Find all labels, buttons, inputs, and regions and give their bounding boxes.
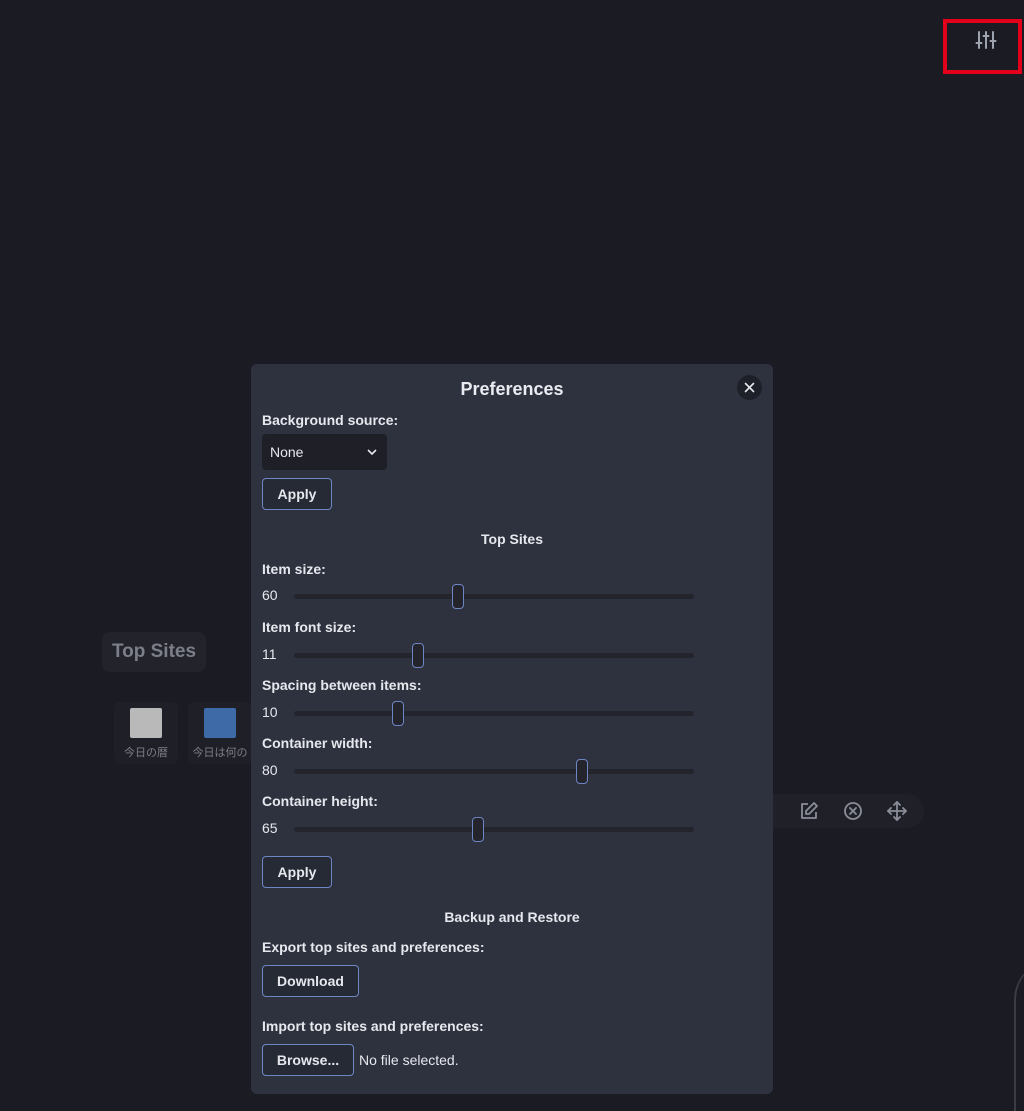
item-font-size-slider[interactable]: [294, 643, 694, 668]
export-label: Export top sites and preferences:: [262, 939, 485, 955]
settings-button[interactable]: [968, 24, 1004, 56]
container-height-slider-row: 65: [262, 817, 694, 842]
slider-thumb[interactable]: [392, 701, 404, 726]
container-width-slider-row: 80: [262, 759, 694, 784]
close-icon: [744, 382, 755, 393]
apply-top-sites-button[interactable]: Apply: [262, 856, 332, 888]
remove-circle-icon[interactable]: [840, 798, 866, 824]
top-sites-widget-title: Top Sites: [102, 632, 206, 672]
edit-icon[interactable]: [796, 798, 822, 824]
background-source-label: Background source:: [262, 412, 399, 428]
spacing-slider-row: 10: [262, 701, 694, 726]
preferences-dialog: Preferences Background source: None Appl…: [251, 364, 773, 1094]
slider-thumb[interactable]: [452, 584, 464, 609]
item-size-label: Item size:: [262, 561, 326, 577]
file-status-text: No file selected.: [359, 1052, 459, 1068]
container-height-label: Container height:: [262, 793, 378, 809]
select-value: None: [270, 444, 304, 460]
container-width-slider[interactable]: [294, 759, 694, 784]
item-size-slider-row: 60: [262, 584, 694, 609]
item-font-size-value: 11: [262, 646, 277, 662]
container-width-value: 80: [262, 762, 278, 778]
site-thumbnail: [204, 708, 236, 738]
item-size-slider[interactable]: [294, 584, 694, 609]
sliders-icon: [975, 31, 997, 49]
container-height-value: 65: [262, 820, 278, 836]
move-icon[interactable]: [884, 798, 910, 824]
spacing-label: Spacing between items:: [262, 677, 422, 693]
import-label: Import top sites and preferences:: [262, 1018, 484, 1034]
slider-thumb[interactable]: [576, 759, 588, 784]
item-font-size-label: Item font size:: [262, 619, 357, 635]
widget-toolbar: [752, 794, 924, 828]
site-label: 今日は何の: [192, 747, 248, 759]
item-font-size-slider-row: 11: [262, 643, 694, 668]
dialog-title: Preferences: [460, 379, 564, 399]
close-button[interactable]: [737, 375, 762, 400]
top-site-tile[interactable]: 今日は何の: [188, 702, 252, 764]
spacing-value: 10: [262, 704, 278, 720]
top-site-tile[interactable]: 今日の暦: [114, 702, 178, 764]
container-height-slider[interactable]: [294, 817, 694, 842]
download-button[interactable]: Download: [262, 965, 359, 997]
site-label: 今日の暦: [124, 747, 168, 759]
new-tab-page: Top Sites 今日の暦 今日は何の Preferences Backgro…: [0, 0, 1024, 1111]
slider-thumb[interactable]: [472, 817, 484, 842]
apply-background-button[interactable]: Apply: [262, 478, 332, 510]
spacing-slider[interactable]: [294, 701, 694, 726]
slider-thumb[interactable]: [412, 643, 424, 668]
container-width-label: Container width:: [262, 735, 373, 751]
decorative-curve: [1014, 960, 1024, 1111]
browse-button[interactable]: Browse...: [262, 1044, 354, 1076]
item-size-value: 60: [262, 587, 278, 603]
backup-section-title: Backup and Restore: [444, 909, 580, 925]
chevron-down-icon: [367, 448, 377, 455]
top-sites-section-title: Top Sites: [481, 531, 543, 547]
site-thumbnail: [130, 708, 162, 738]
background-source-select[interactable]: None: [262, 434, 387, 470]
